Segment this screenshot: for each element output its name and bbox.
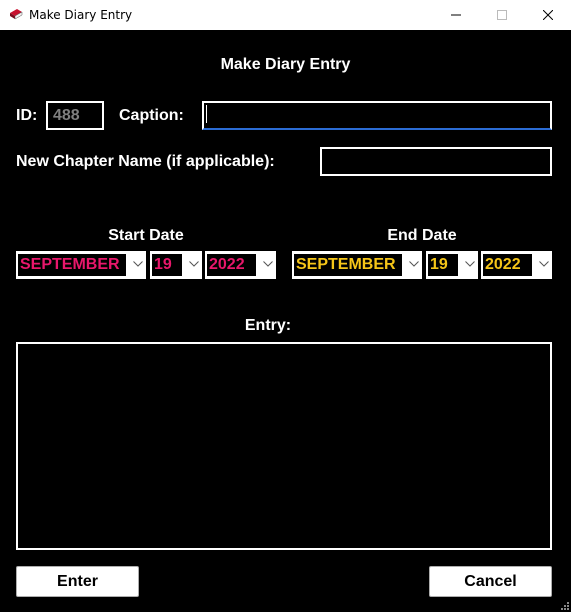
chevron-down-icon [189, 261, 199, 267]
chapter-name-input[interactable] [320, 147, 552, 176]
end-date-label: End Date [387, 227, 457, 244]
book-icon [10, 9, 23, 20]
minimize-icon [451, 14, 461, 16]
entry-label: Entry: [244, 317, 292, 334]
start-day-value: 19 [152, 254, 182, 276]
entry-textarea[interactable] [16, 342, 552, 550]
close-icon [543, 10, 553, 20]
start-day-select[interactable]: 19 [150, 251, 202, 279]
close-button[interactable] [525, 0, 571, 30]
chevron-down-icon [133, 261, 143, 267]
chevron-down-icon [465, 261, 475, 267]
id-field[interactable] [46, 101, 104, 130]
page-title: Make Diary Entry [220, 56, 351, 73]
resize-grip-icon[interactable] [561, 602, 569, 610]
start-month-select[interactable]: SEPTEMBER [16, 251, 146, 279]
text-caret [206, 105, 207, 123]
start-date-label: Start Date [108, 227, 184, 244]
chevron-down-icon [263, 261, 273, 267]
start-month-value: SEPTEMBER [18, 254, 126, 276]
chevron-down-icon [409, 261, 419, 267]
chevron-down-icon [539, 261, 549, 267]
chapter-label: New Chapter Name (if applicable): [16, 153, 275, 170]
caption-input[interactable] [202, 101, 552, 130]
end-year-value: 2022 [483, 254, 532, 276]
maximize-button[interactable] [479, 0, 525, 30]
cancel-button[interactable]: Cancel [429, 566, 552, 597]
id-label: ID: [16, 107, 38, 124]
end-day-value: 19 [428, 254, 458, 276]
end-day-select[interactable]: 19 [426, 251, 478, 279]
maximize-icon [497, 10, 507, 20]
end-year-select[interactable]: 2022 [481, 251, 552, 279]
enter-button[interactable]: Enter [16, 566, 139, 597]
start-year-select[interactable]: 2022 [205, 251, 276, 279]
window-title: Make Diary Entry [29, 8, 133, 22]
title-bar[interactable]: Make Diary Entry [0, 0, 571, 30]
start-year-value: 2022 [207, 254, 256, 276]
end-month-select[interactable]: SEPTEMBER [292, 251, 422, 279]
minimize-button[interactable] [433, 0, 479, 30]
end-month-value: SEPTEMBER [294, 254, 402, 276]
caption-label: Caption: [119, 107, 184, 124]
dialog-body: Make Diary Entry ID: Caption: New Chapte… [0, 30, 571, 612]
